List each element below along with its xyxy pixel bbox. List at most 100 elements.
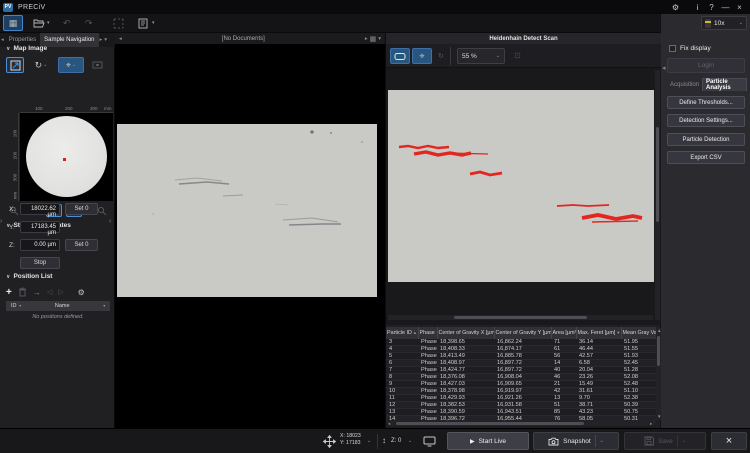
table-row[interactable]: 5Phase18,413.4916,885.785642.5751.93 (386, 353, 656, 360)
collapse-left-panel-icon[interactable]: ‹ (109, 218, 111, 225)
doc-layout-icon[interactable]: ▦ (369, 35, 378, 43)
map-canvas[interactable] (20, 113, 113, 201)
snapshot-button[interactable]: Snapshot ⌄ (533, 432, 619, 450)
table-row[interactable]: 10Phase18,378.9816,919.974231.6151.10 (386, 388, 656, 395)
chevron-down-icon[interactable]: ⌄ (600, 438, 604, 444)
stage-xy-readout[interactable]: X: 18023 Y: 17183 (340, 433, 361, 447)
table-row[interactable]: 6Phase18,408.9716,897.72146.5852.45 (386, 360, 656, 367)
table-row[interactable]: 11Phase18,429.9316,921.26139.7052.38 (386, 395, 656, 402)
login-button[interactable]: Login (667, 58, 745, 73)
table-horizontal-scrollbar[interactable] (388, 421, 655, 426)
detect-scan-viewport[interactable] (386, 68, 661, 325)
column-header[interactable]: Mean Gray Va▼ (621, 327, 656, 339)
add-position-button[interactable]: + (6, 287, 12, 298)
collapse-sidebar-icon[interactable]: ◂ (662, 64, 666, 72)
monitor-icon[interactable] (423, 436, 436, 447)
detect-refresh-icon[interactable]: ↻ (438, 52, 444, 60)
zoom-level-dropdown[interactable]: 55 % ⌄ (457, 48, 505, 64)
position-list-section-header[interactable]: ∨ Position List (6, 273, 52, 280)
detection-settings-button[interactable]: Detection Settings... (667, 114, 745, 127)
column-header[interactable]: Max. Feret [µm]▼ (576, 327, 621, 339)
map-stage-button[interactable] (88, 57, 106, 73)
set-zero-z-button[interactable]: Set 0 (65, 239, 98, 251)
expand-edge-icon[interactable]: › (0, 218, 2, 225)
slide-view-button[interactable] (390, 48, 410, 64)
table-row[interactable]: 4Phase18,408.3316,874.176146.4451.55 (386, 346, 656, 353)
current-position-marker (63, 158, 66, 161)
column-header[interactable]: Particle ID▲ (386, 327, 418, 339)
scroll-right-icon[interactable]: ▸ (650, 421, 652, 427)
x-coordinate-field[interactable]: 18022.62 µm (20, 203, 60, 215)
settings-icon[interactable]: ⚙ (669, 1, 682, 13)
table-row[interactable]: 9Phase18,427.0316,909.652115.4952.48 (386, 381, 656, 388)
slide-icon (394, 52, 406, 61)
column-header[interactable]: Center of Gravity Y [µm]▼ (494, 327, 551, 339)
layout-button[interactable]: ▦ (3, 15, 23, 31)
column-header[interactable]: Phase▼ (418, 327, 437, 339)
previous-position-icon[interactable]: ◁ (47, 288, 52, 296)
fix-display-checkbox[interactable] (669, 45, 676, 52)
filter-icon[interactable]: ▼ (103, 304, 106, 308)
chevron-down-icon[interactable]: ⌄ (682, 438, 686, 444)
chevron-down-icon[interactable]: ⌄ (367, 438, 371, 444)
map-image-section-header[interactable]: ∨ Map Image (6, 45, 47, 52)
divider (377, 434, 378, 449)
doc-menu-icon[interactable]: ▾ (377, 36, 382, 42)
delete-position-icon[interactable] (18, 287, 27, 297)
table-row[interactable]: 13Phase18,390.5916,943.518543.2350.75 (386, 409, 656, 416)
table-row[interactable]: 8Phase18,376.0816,908.044623.2652.08 (386, 374, 656, 381)
start-live-button[interactable]: ▶ Start Live (447, 432, 529, 450)
define-thresholds-button[interactable]: Define Thresholds... (667, 96, 745, 109)
stage-move-icon[interactable] (323, 435, 336, 448)
live-image[interactable] (117, 124, 377, 297)
table-row[interactable]: 3Phase18,398.6516,862.247136.1451.95 (386, 339, 656, 346)
y-coordinate-field[interactable]: 17183.45 µm (20, 221, 60, 233)
help-icon[interactable]: ? (705, 1, 718, 13)
close-window-button[interactable]: × (733, 1, 746, 13)
position-id-header[interactable]: ID (11, 303, 17, 309)
tab-particle-analysis[interactable]: Particle Analysis (702, 78, 747, 91)
goto-position-icon[interactable]: → (33, 288, 41, 297)
position-settings-icon[interactable]: ⚙ (78, 288, 85, 297)
table-vertical-scrollbar[interactable] (656, 328, 661, 420)
redo-button[interactable]: ↷ (82, 15, 96, 31)
info-icon[interactable]: i (691, 1, 704, 13)
save-button[interactable]: Save ⌄ (624, 432, 706, 450)
column-header[interactable]: Area [µm²]▼ (551, 327, 576, 339)
report-button[interactable]: ▾ (135, 15, 158, 31)
minimize-button[interactable]: — (719, 1, 732, 13)
scroll-down-icon[interactable]: ▼ (657, 414, 661, 419)
table-row[interactable]: 12Phase18,382.5316,931.585138.7150.39 (386, 402, 656, 409)
map-scale-button[interactable] (6, 57, 24, 73)
particle-detection-button[interactable]: Particle Detection (667, 133, 745, 146)
z-coordinate-field[interactable]: 0.00 µm (20, 239, 60, 251)
next-position-icon[interactable]: ▷ (58, 288, 63, 296)
close-panel-button[interactable]: × (711, 432, 747, 450)
chevron-down-icon[interactable]: ⌄ (408, 438, 412, 444)
objective-selector[interactable]: 10x ⌄ (701, 16, 747, 30)
export-csv-button[interactable]: Export CSV (667, 151, 745, 164)
tab-acquisition[interactable]: Acquisition (667, 78, 702, 91)
open-file-button[interactable]: ▾ (30, 15, 53, 31)
map-refresh-button[interactable]: ↻ ⌄ (28, 57, 54, 73)
image-vertical-scrollbar[interactable] (655, 70, 660, 320)
table-row[interactable]: 7Phase18,424.7716,897.724020.0451.28 (386, 367, 656, 374)
image-horizontal-scrollbar[interactable] (388, 315, 653, 320)
map-target-button[interactable]: ⌖ ⌄ (58, 57, 84, 73)
collapse-icon: ∨ (6, 46, 10, 52)
tab-menu-icon[interactable]: ▾ (103, 37, 108, 43)
undo-button[interactable]: ↶ (60, 15, 74, 31)
scroll-up-icon[interactable]: ▲ (657, 328, 661, 333)
detect-target-button[interactable]: ⌖ (412, 48, 432, 64)
selection-tool-icon[interactable] (110, 15, 127, 31)
tab-sample-navigation[interactable]: Sample Navigation (40, 33, 98, 47)
fit-view-icon[interactable]: ⊡ (514, 51, 521, 60)
close-icon: × (726, 435, 732, 447)
set-zero-x-button[interactable]: Set 0 (65, 203, 98, 215)
column-header[interactable]: Center of Gravity X [µm]▼ (437, 327, 494, 339)
divider (677, 435, 678, 447)
stop-button[interactable]: Stop (20, 257, 60, 269)
scroll-left-icon[interactable]: ◂ (388, 421, 390, 427)
z-readout[interactable]: Z: 0 (391, 438, 401, 444)
position-name-header[interactable]: Name (22, 303, 103, 309)
